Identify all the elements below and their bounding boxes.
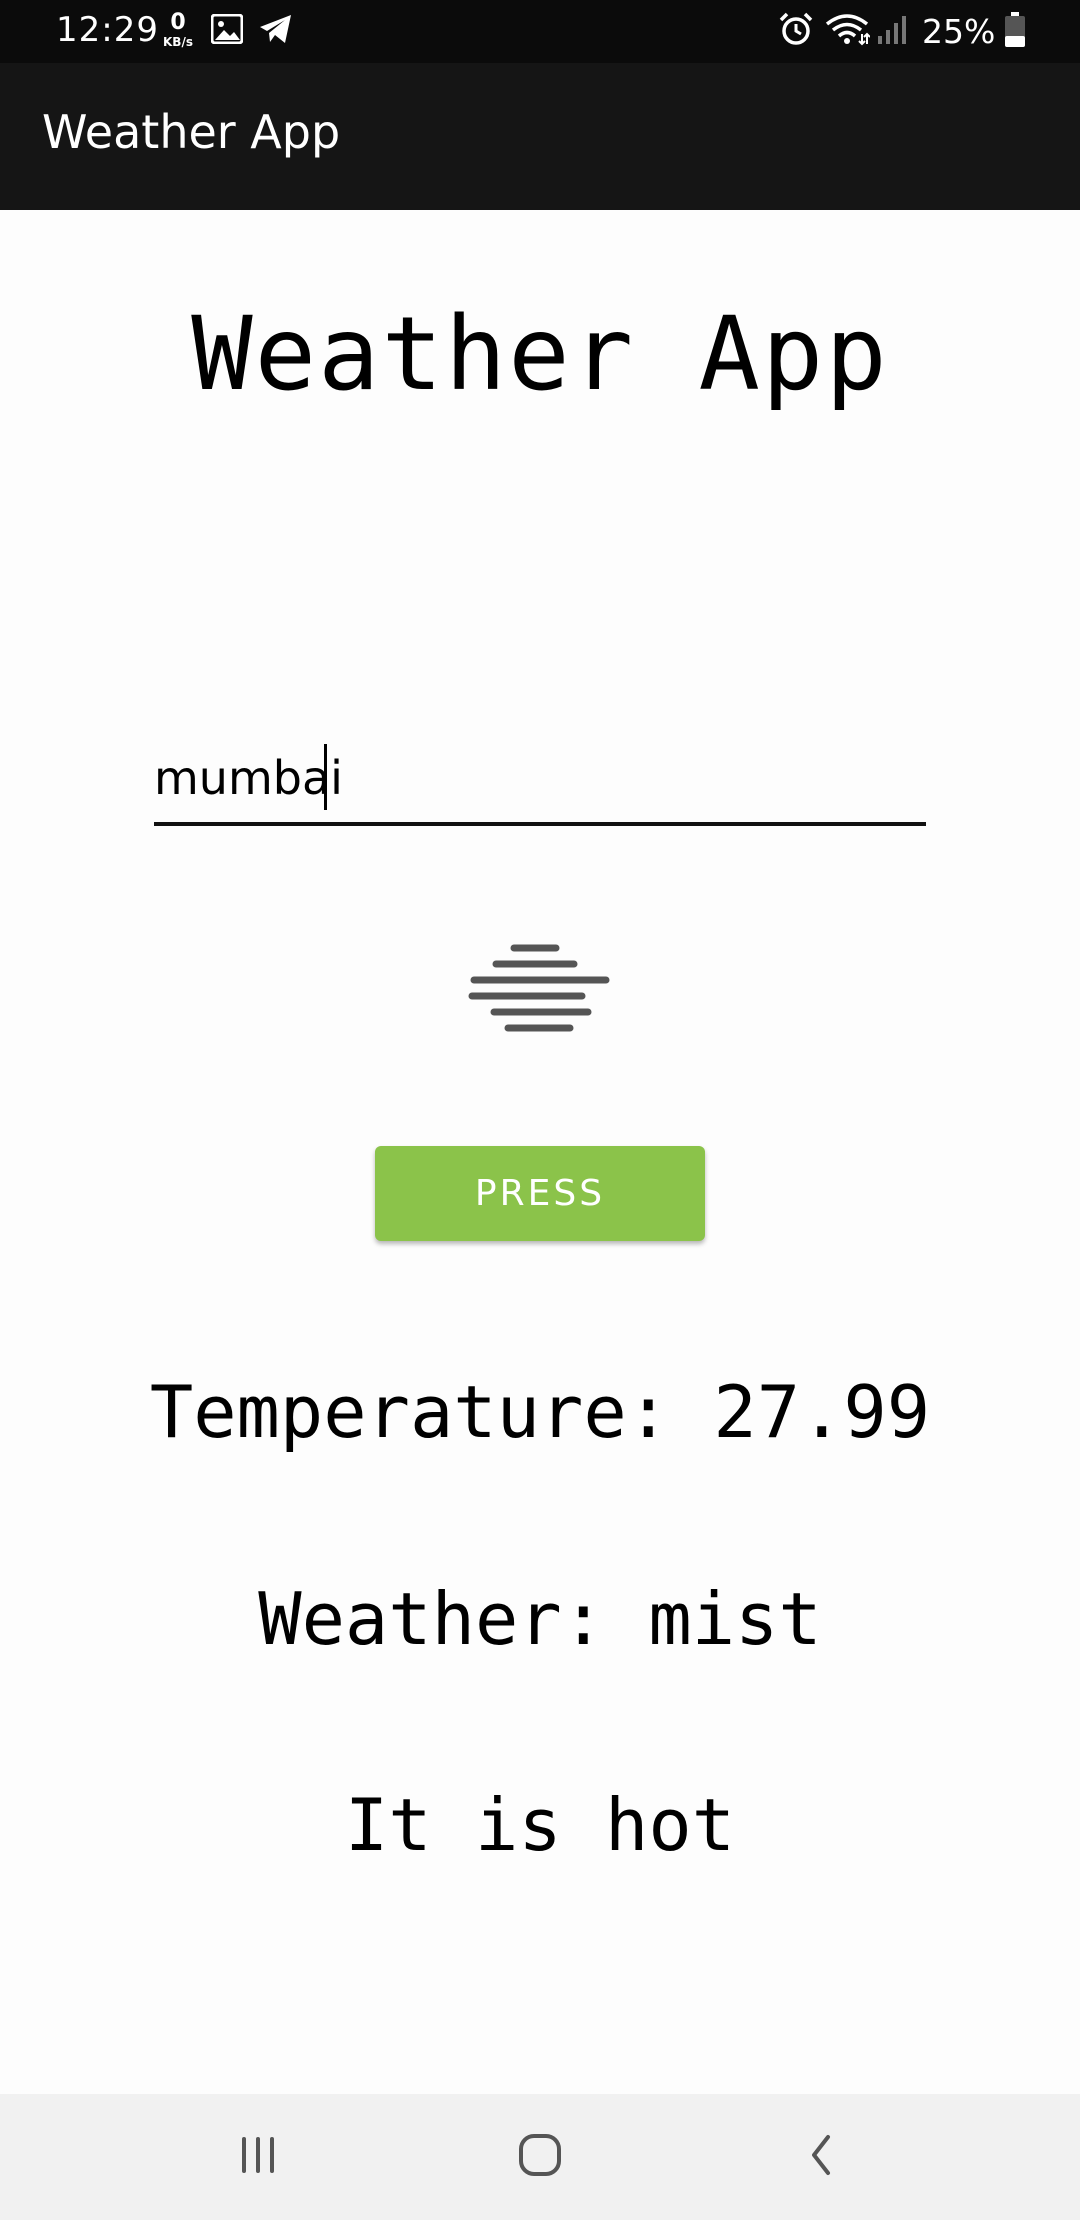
feel-text: It is hot <box>344 1783 736 1867</box>
network-speed-unit: KB/s <box>163 35 193 49</box>
mist-icon <box>466 940 614 1036</box>
text-cursor <box>324 744 327 810</box>
back-icon <box>802 2131 842 2183</box>
city-input-container <box>154 738 926 826</box>
network-speed-value: 0 <box>170 10 186 35</box>
recents-button[interactable] <box>218 2122 298 2192</box>
back-button[interactable] <box>782 2122 862 2192</box>
press-button[interactable]: PRESS <box>375 1146 705 1241</box>
app-bar: Weather App <box>0 63 1080 210</box>
city-input[interactable] <box>154 742 926 814</box>
image-icon <box>210 13 244 48</box>
network-speed: 0 KB/s <box>158 10 198 49</box>
wifi-icon <box>824 12 871 50</box>
weather-app-screen: 12:29 0 KB/s 25% Weather App Weather App… <box>0 0 1080 2220</box>
weather-text: Weather: mist <box>258 1577 822 1661</box>
battery-percent: 25% <box>922 12 996 51</box>
telegram-icon <box>258 13 294 49</box>
navigation-bar <box>0 2094 1080 2220</box>
signal-icon <box>876 14 908 50</box>
status-bar: 12:29 0 KB/s 25% <box>0 0 1080 63</box>
recents-icon <box>236 2135 280 2179</box>
alarm-icon <box>778 11 814 51</box>
home-icon <box>516 2131 564 2183</box>
status-time: 12:29 <box>56 10 159 50</box>
page-title: Weather App <box>191 295 889 414</box>
temperature-text: Temperature: 27.99 <box>149 1370 931 1454</box>
home-button[interactable] <box>500 2122 580 2192</box>
app-bar-title: Weather App <box>42 105 341 159</box>
battery-icon <box>1004 12 1026 52</box>
